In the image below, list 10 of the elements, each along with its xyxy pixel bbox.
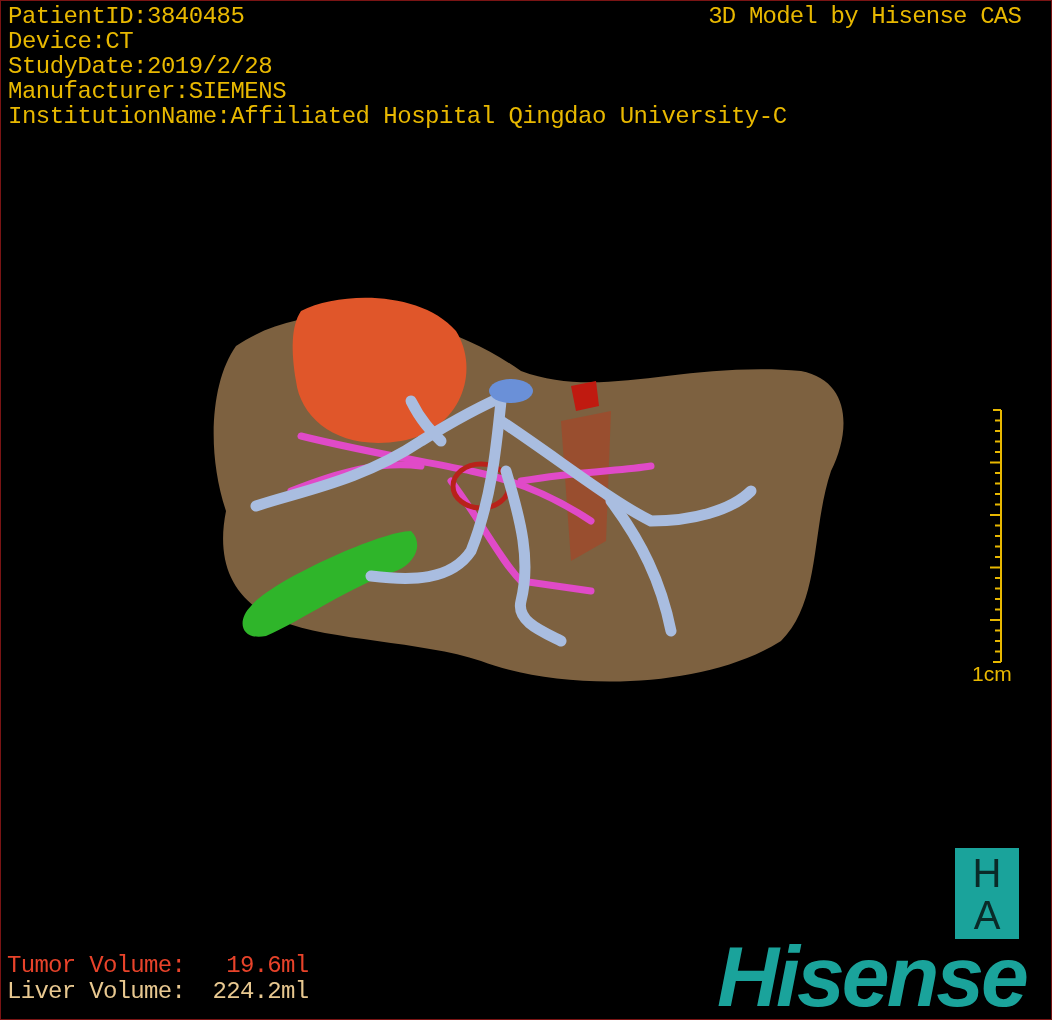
volume-text: Liver Volume: 224.2ml [7,979,309,1005]
info-text: StudyDate:2019/2/28 [8,54,273,79]
model-credit-text: 3D Model by Hisense CAS [708,4,1021,29]
volume-text: Tumor Volume: 19.6ml [7,953,309,979]
badge-letter: H [972,851,1002,894]
info-text: InstitutionName:Affiliated Hospital Qingdao University-C [8,104,787,129]
info-text: Manufacturer:SIEMENS [8,79,287,104]
scale-label: 1cm [972,661,1012,687]
info-text: PatientID:3840485 [8,4,245,29]
info-text: Device:CT [8,29,134,54]
